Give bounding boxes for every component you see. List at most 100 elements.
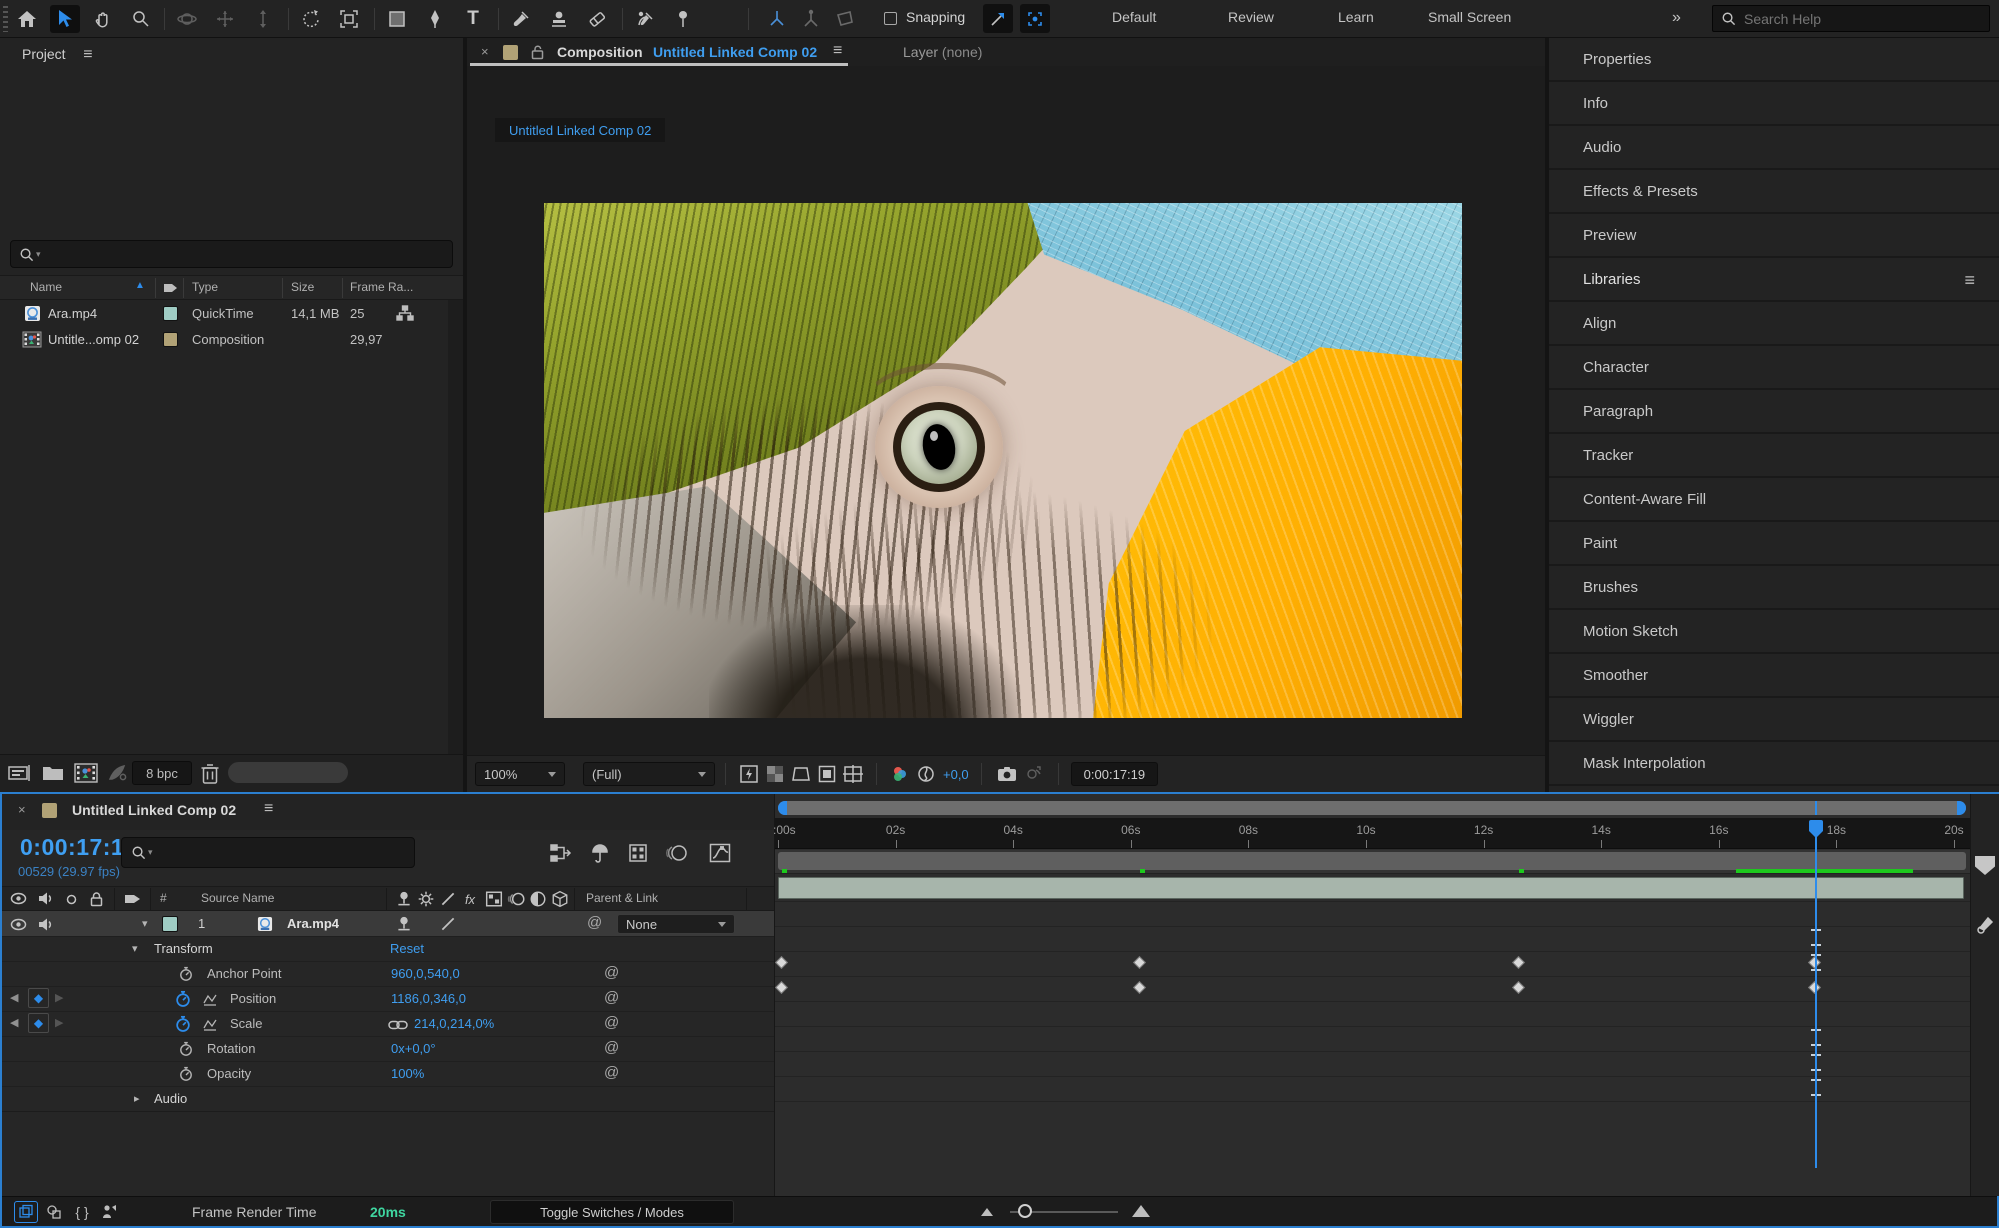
- column-source-name[interactable]: Source Name: [201, 891, 274, 905]
- label-tag-icon[interactable]: [124, 891, 142, 907]
- adjustment-layer-icon[interactable]: [528, 890, 548, 908]
- graph-editor-icon[interactable]: [706, 840, 734, 866]
- layer-duration-bar[interactable]: [778, 877, 1964, 899]
- sidebar-item-character[interactable]: Character: [1549, 346, 1999, 390]
- parent-pickwhip-icon[interactable]: @: [587, 914, 602, 931]
- expand-render-time-pane-icon[interactable]: [98, 1201, 122, 1223]
- twirl-closed-icon[interactable]: ▸: [134, 1092, 140, 1105]
- stopwatch-active-icon[interactable]: [174, 990, 192, 1008]
- panel-menu-icon[interactable]: ≡: [83, 46, 92, 63]
- column-size[interactable]: Size: [291, 280, 314, 294]
- show-snapshot-icon[interactable]: [1020, 762, 1046, 786]
- hand-tool-icon[interactable]: [88, 5, 118, 33]
- playhead-line[interactable]: [1815, 836, 1817, 1168]
- channel-rgb-icon[interactable]: [887, 762, 913, 786]
- pickwhip-icon[interactable]: @: [604, 964, 619, 981]
- workspace-tab-default[interactable]: Default: [1112, 9, 1156, 25]
- guides-grid-icon[interactable]: [840, 762, 866, 786]
- column-parent-link[interactable]: Parent & Link: [586, 891, 658, 905]
- composition-mini-flowchart-icon[interactable]: [547, 840, 575, 866]
- bit-depth-button[interactable]: 8 bpc: [132, 761, 192, 785]
- next-keyframe-arrow[interactable]: ▶: [55, 1016, 63, 1029]
- navigator-end-handle[interactable]: [1957, 801, 1966, 815]
- frame-blend-switch-icon[interactable]: [484, 890, 504, 908]
- sidebar-item-preview[interactable]: Preview: [1549, 214, 1999, 258]
- audio-icon[interactable]: [38, 917, 53, 932]
- project-bottom-scrollbar[interactable]: [228, 762, 348, 783]
- position-value[interactable]: 1186,0,346,0: [391, 991, 466, 1006]
- workspace-overflow-chevrons[interactable]: »: [1672, 9, 1681, 27]
- pickwhip-icon[interactable]: @: [604, 1039, 619, 1056]
- sidebar-item-info[interactable]: Info: [1549, 82, 1999, 126]
- workspace-tab-review[interactable]: Review: [1228, 9, 1274, 25]
- timeline-menu-icon[interactable]: ≡: [264, 800, 273, 818]
- column-frame-rate[interactable]: Frame Ra...: [350, 280, 413, 294]
- view-axis-mode-icon[interactable]: [830, 5, 860, 33]
- prev-keyframe-arrow[interactable]: ◀: [10, 1016, 18, 1029]
- label-color-chip[interactable]: [163, 332, 178, 347]
- opacity-value[interactable]: 100%: [391, 1066, 424, 1081]
- help-search-input[interactable]: [1744, 11, 1964, 27]
- expand-layer-switches-icon[interactable]: [14, 1201, 38, 1223]
- layer-quality-icon[interactable]: [438, 915, 458, 933]
- ruler-label[interactable]: 14s: [1592, 823, 1611, 837]
- render-settings-icon[interactable]: [106, 763, 128, 783]
- fast-previews-icon[interactable]: [736, 762, 762, 786]
- keyframe-diamond[interactable]: [1512, 956, 1525, 969]
- sidebar-item-tracker[interactable]: Tracker: [1549, 434, 1999, 478]
- keyframe-toggle[interactable]: ◆: [28, 988, 49, 1008]
- new-folder-icon[interactable]: [42, 763, 64, 783]
- keyframe-diamond[interactable]: [775, 981, 788, 994]
- layer-source-name[interactable]: Ara.mp4: [287, 916, 339, 931]
- project-search-box[interactable]: ▾: [10, 240, 453, 268]
- property-row-anchor-point[interactable]: Anchor Point 960,0,540,0 @: [2, 962, 774, 987]
- anchor-point-value[interactable]: 960,0,540,0: [391, 966, 460, 981]
- puppet-pin-tool-icon[interactable]: [668, 5, 698, 33]
- stopwatch-icon[interactable]: [178, 1041, 194, 1057]
- prev-keyframe-arrow[interactable]: ◀: [10, 991, 18, 1004]
- composition-tab-label[interactable]: Composition: [557, 44, 643, 60]
- eye-icon[interactable]: [10, 918, 27, 931]
- expand-in-out-panes-icon[interactable]: { }: [70, 1201, 94, 1223]
- effects-fx-icon[interactable]: fx: [460, 890, 480, 908]
- layer-row-ara[interactable]: ▾ 1 Ara.mp4 @ None: [2, 911, 774, 937]
- collapse-transformations-icon[interactable]: [416, 890, 436, 908]
- sidebar-item-smoother[interactable]: Smoother: [1549, 654, 1999, 698]
- timeline-tab-title[interactable]: Untitled Linked Comp 02: [72, 802, 236, 818]
- pan-camera-tool-icon[interactable]: [210, 5, 240, 33]
- link-dimensions-icon[interactable]: [388, 1019, 408, 1031]
- current-timecode[interactable]: 0:00:17:19: [20, 834, 138, 861]
- panel-menu-icon[interactable]: ≡: [1964, 258, 1975, 302]
- snapshot-camera-icon[interactable]: [994, 762, 1020, 786]
- viewer-timecode[interactable]: 0:00:17:19: [1071, 762, 1158, 786]
- property-row-scale[interactable]: ◀ ◆ ▶ Scale 214,0,214,0% @: [2, 1012, 774, 1037]
- expand-transfer-controls-icon[interactable]: [42, 1201, 66, 1223]
- scale-value[interactable]: 214,0,214,0%: [414, 1016, 494, 1031]
- camera-tool-icon[interactable]: [334, 5, 364, 33]
- close-tab-icon[interactable]: ×: [481, 44, 489, 59]
- mask-visibility-icon[interactable]: [788, 762, 814, 786]
- ruler-label[interactable]: 12s: [1474, 823, 1493, 837]
- frame-blending-icon[interactable]: [624, 840, 652, 866]
- transparency-grid-icon[interactable]: [762, 762, 788, 786]
- pen-tool-icon[interactable]: [420, 5, 450, 33]
- marker-icon[interactable]: [1974, 914, 1996, 936]
- transform-reset-link[interactable]: Reset: [390, 941, 424, 956]
- sidebar-item-effects-presets[interactable]: Effects & Presets: [1549, 170, 1999, 214]
- project-row-comp[interactable]: Untitle...omp 02 Composition 29,97: [0, 327, 455, 352]
- interpret-footage-icon[interactable]: [8, 763, 34, 783]
- timeline-zoom-knob[interactable]: [1018, 1204, 1032, 1218]
- time-navigator-bar[interactable]: [778, 801, 1966, 815]
- sidebar-item-content-aware-fill[interactable]: Content-Aware Fill: [1549, 478, 1999, 522]
- work-area-bar[interactable]: [778, 852, 1966, 870]
- exposure-value[interactable]: +0,0: [943, 767, 969, 782]
- property-row-rotation[interactable]: Rotation 0x+0,0° @: [2, 1037, 774, 1062]
- sidebar-item-align[interactable]: Align: [1549, 302, 1999, 346]
- eye-icon[interactable]: [10, 892, 27, 905]
- solo-icon[interactable]: [66, 894, 77, 905]
- sidebar-item-paint[interactable]: Paint: [1549, 522, 1999, 566]
- pickwhip-icon[interactable]: @: [604, 989, 619, 1006]
- keyframe-toggle[interactable]: ◆: [28, 1013, 49, 1033]
- parent-dropdown[interactable]: None: [617, 914, 735, 934]
- column-name[interactable]: Name: [30, 280, 62, 294]
